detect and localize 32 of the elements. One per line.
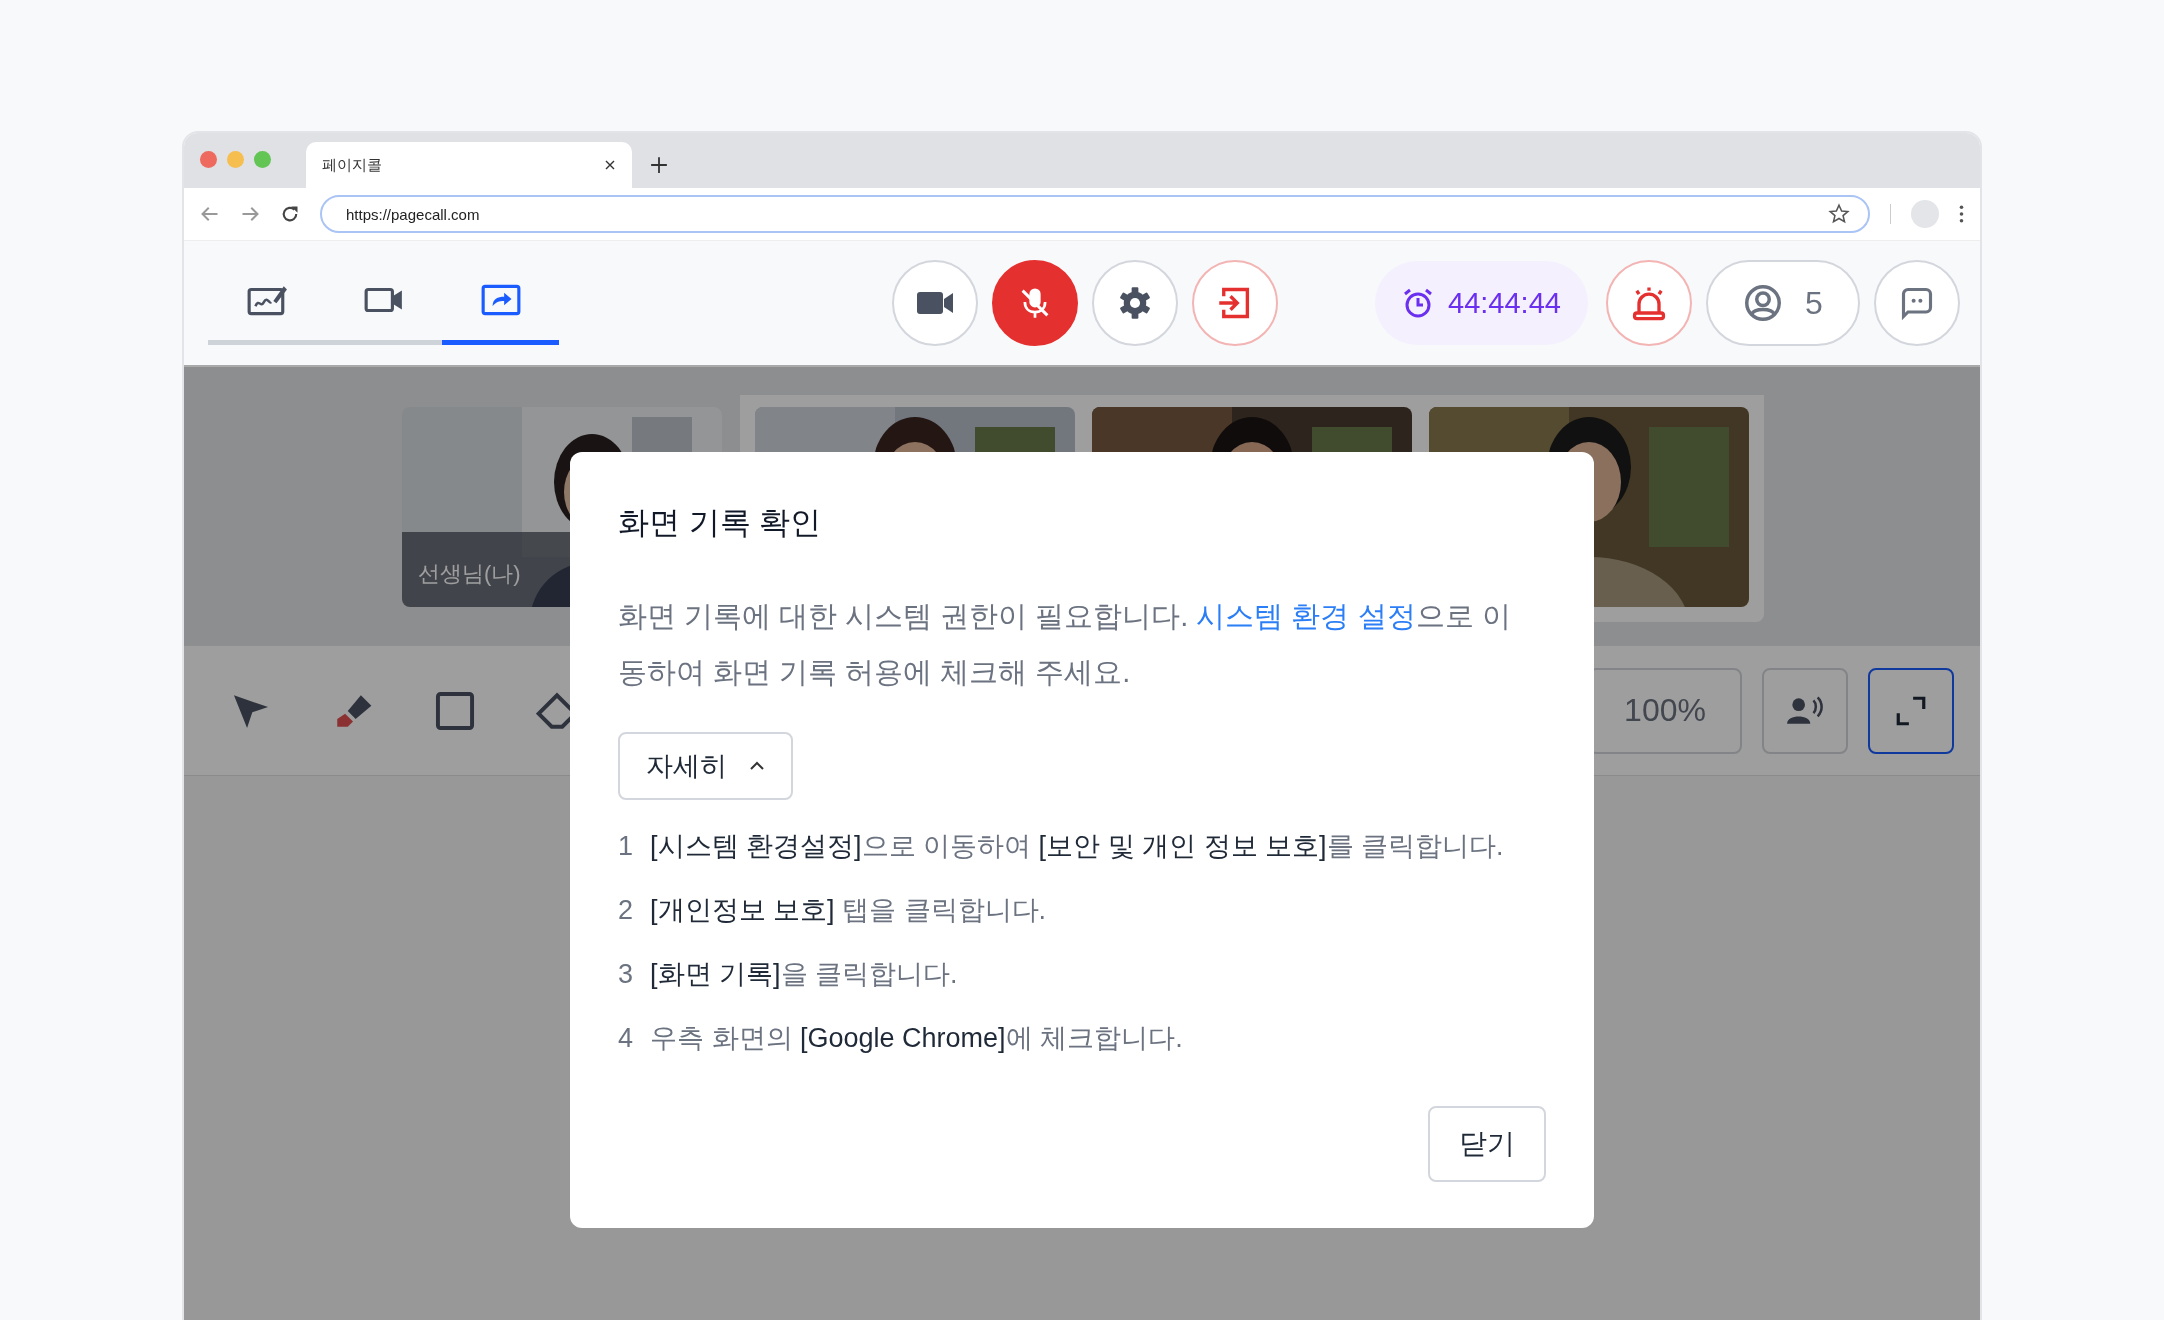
url-text: https://pagecall.com <box>346 205 481 223</box>
rectangle-icon[interactable] <box>434 689 476 732</box>
timer-text: 44:44:44 <box>1448 286 1561 320</box>
address-bar[interactable]: https://pagecall.com <box>320 195 1870 233</box>
step-number: 1 <box>618 830 632 863</box>
fullscreen-button[interactable] <box>1868 667 1954 754</box>
reload-icon[interactable] <box>280 204 300 224</box>
close-icon[interactable] <box>604 159 616 171</box>
user-icon <box>1743 283 1784 323</box>
alarm-clock-icon <box>1402 287 1435 319</box>
details-button[interactable]: 자세히 <box>618 732 793 800</box>
new-tab-icon[interactable] <box>650 156 668 174</box>
participants-button[interactable]: 5 <box>1706 260 1860 346</box>
browser-tab[interactable]: 페이지콜 <box>306 142 632 188</box>
step-text: [개인정보 보호] 탭을 클릭합니다. <box>650 894 1047 927</box>
step-text: 우측 화면의 [Google Chrome]에 체크합니다. <box>650 1022 1183 1055</box>
share-screen-icon <box>479 282 522 317</box>
menu-icon[interactable] <box>1959 205 1964 223</box>
settings-link[interactable]: 시스템 환경 설정 <box>1196 600 1416 632</box>
dialog-message: 화면 기록에 대한 시스템 권한이 필요합니다. 시스템 환경 설정 으로 이동하여 화면 기록 허용에 체크해 주세요. <box>618 599 1512 690</box>
dialog-title: 화면 기록 확인 <box>618 504 823 542</box>
step-number: 4 <box>618 1022 632 1055</box>
step-text: [화면 기록]을 클릭합니다. <box>650 958 958 991</box>
star-icon[interactable] <box>1828 203 1850 225</box>
participant-name: 선생님(나) <box>418 560 521 588</box>
step-number: 2 <box>618 894 632 927</box>
step-text: [시스템 환경설정]으로 이동하여 [보안 및 개인 정보 보호]를 클릭합니다. <box>650 830 1504 863</box>
chevron-up-icon <box>749 761 765 771</box>
step-number: 3 <box>618 958 632 991</box>
close-button[interactable]: 닫기 <box>1428 1106 1546 1182</box>
speaker-view-button[interactable] <box>1762 667 1848 754</box>
tab-title: 페이지콜 <box>322 155 382 175</box>
